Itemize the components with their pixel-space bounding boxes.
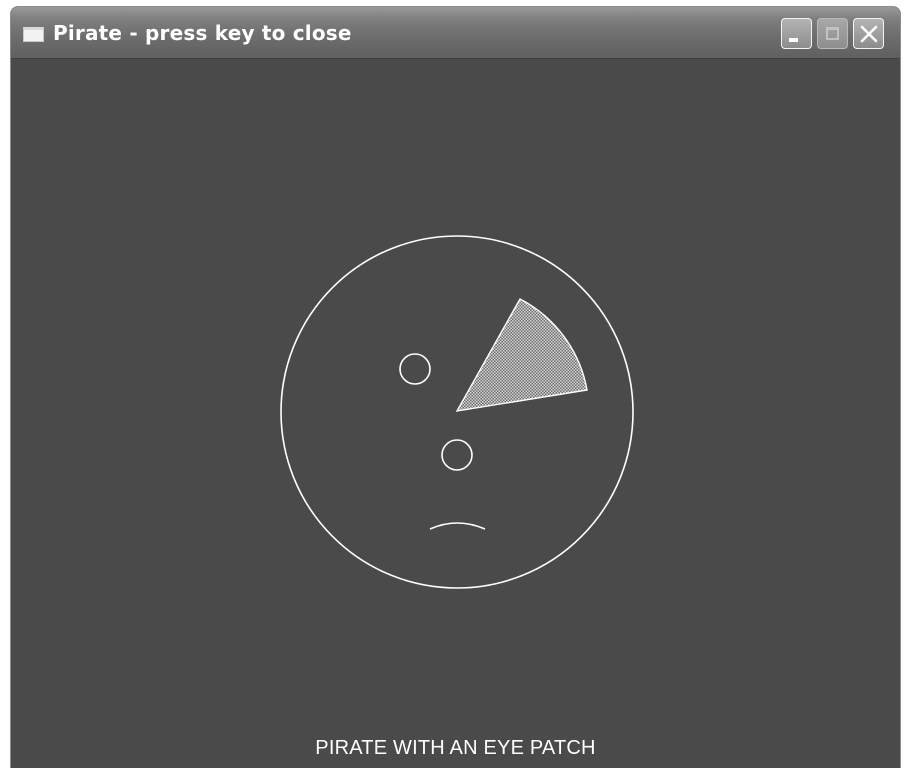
title-bar[interactable]: Pirate - press key to close <box>11 7 900 59</box>
minimize-button[interactable] <box>781 18 812 49</box>
eye-patch <box>455 298 588 412</box>
left-eye <box>399 353 431 385</box>
window-title: Pirate - press key to close <box>53 21 352 45</box>
close-button[interactable] <box>853 18 884 49</box>
close-icon <box>860 25 878 43</box>
maximize-button[interactable] <box>817 18 848 49</box>
drawing-caption: PIRATE WITH AN EYE PATCH <box>315 737 596 759</box>
face-outline <box>280 235 634 589</box>
nose <box>441 439 473 471</box>
minimize-icon <box>789 38 798 42</box>
window-icon[interactable] <box>23 27 44 42</box>
mouth <box>429 522 486 530</box>
pirate-face-drawing <box>280 235 634 589</box>
graphics-canvas: PIRATE WITH AN EYE PATCH <box>11 59 900 768</box>
maximize-icon <box>826 27 839 40</box>
app-window: Pirate - press key to close PIRATE WITH … <box>10 6 901 768</box>
